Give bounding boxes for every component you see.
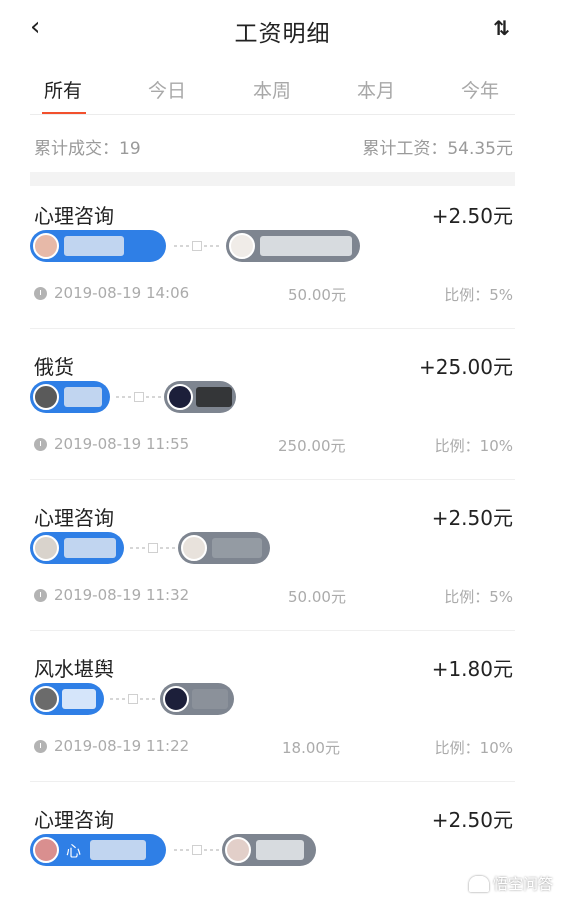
wukong-logo-icon <box>468 875 489 892</box>
record-ratio: 比例：5% <box>444 588 513 606</box>
record-title: 心理咨询 <box>34 808 114 832</box>
referral-chain <box>30 230 390 264</box>
record-title: 心理咨询 <box>34 506 114 530</box>
tab-month[interactable]: 本月 <box>357 76 395 103</box>
section-separator <box>30 172 515 186</box>
referral-chain <box>30 683 390 717</box>
record-meta: 2019-08-19 14:06 50.00元 比例：5% <box>30 284 515 308</box>
divider <box>30 781 515 782</box>
source-user-pill[interactable] <box>30 381 110 413</box>
tab-week[interactable]: 本周 <box>253 76 291 103</box>
avatar <box>181 535 207 561</box>
avatar <box>225 837 251 863</box>
avatar <box>33 837 59 863</box>
record-price: 18.00元 <box>282 739 340 757</box>
tab-today[interactable]: 今日 <box>148 76 186 103</box>
avatar <box>33 535 59 561</box>
record-title: 俄货 <box>34 355 74 379</box>
record-amount: +2.50元 <box>431 506 513 530</box>
connector-node-icon <box>134 392 144 402</box>
redacted-name <box>256 840 304 860</box>
source-user-pill[interactable] <box>30 532 124 564</box>
connector-node-icon <box>192 845 202 855</box>
summary-bar: 累计成交：19 累计工资：54.35元 <box>0 122 565 172</box>
avatar <box>33 233 59 259</box>
tab-year[interactable]: 今年 <box>461 76 499 103</box>
redacted-name <box>64 236 124 256</box>
record-meta: 2019-08-19 11:32 50.00元 比例：5% <box>30 586 515 610</box>
record-ratio: 比例：5% <box>444 286 513 304</box>
wage-record[interactable]: 风水堪舆 +1.80元 2019-08-19 11:22 18.00元 比例：1… <box>30 639 515 789</box>
connector-node-icon <box>128 694 138 704</box>
avatar <box>33 686 59 712</box>
target-user-pill[interactable] <box>164 381 236 413</box>
divider <box>30 479 515 480</box>
connector-node-icon <box>192 241 202 251</box>
redacted-name <box>64 538 116 558</box>
redacted-name <box>90 840 146 860</box>
target-user-pill[interactable] <box>160 683 234 715</box>
source-user-name: 心 <box>66 842 82 860</box>
record-amount: +2.50元 <box>431 808 513 832</box>
divider <box>30 328 515 329</box>
avatar <box>163 686 189 712</box>
avatar <box>33 384 59 410</box>
tab-all[interactable]: 所有 <box>44 76 82 103</box>
wage-record[interactable]: 心理咨询 +2.50元 2019-08-19 11:32 50.00元 比例：5… <box>30 488 515 638</box>
record-title: 风水堪舆 <box>34 657 114 681</box>
sort-icon[interactable]: ⇅ <box>493 16 510 40</box>
clock-icon <box>34 438 47 451</box>
divider <box>30 630 515 631</box>
redacted-name <box>260 236 352 256</box>
record-meta: 2019-08-19 11:55 250.00元 比例：10% <box>30 435 515 459</box>
clock-icon <box>34 287 47 300</box>
clock-icon <box>34 740 47 753</box>
record-ratio: 比例：10% <box>434 739 513 757</box>
clock-icon <box>34 589 47 602</box>
divider <box>30 114 515 115</box>
avatar <box>229 233 255 259</box>
watermark-text: 悟空问答 <box>492 875 553 893</box>
redacted-name <box>212 538 262 558</box>
source-user-pill[interactable]: 心 <box>30 834 166 866</box>
redacted-name <box>62 689 96 709</box>
record-price: 50.00元 <box>288 588 346 606</box>
referral-chain <box>30 532 390 566</box>
redacted-name <box>196 387 232 407</box>
wage-record[interactable]: 心理咨询 +2.50元 2019-08-19 14:06 50.00元 比例：5… <box>30 186 515 336</box>
referral-chain: 心 <box>30 834 390 868</box>
record-price: 250.00元 <box>278 437 346 455</box>
source-user-pill[interactable] <box>30 230 166 262</box>
target-user-pill[interactable] <box>222 834 316 866</box>
wage-record[interactable]: 俄货 +25.00元 2019-08-19 11:55 250.00元 比例：1… <box>30 337 515 487</box>
page-title: 工资明细 <box>234 21 331 47</box>
redacted-name <box>192 689 228 709</box>
record-time: 2019-08-19 11:22 <box>54 737 190 755</box>
target-user-pill[interactable] <box>178 532 270 564</box>
period-tabs: 所有 今日 本周 本月 今年 <box>0 64 565 115</box>
record-ratio: 比例：10% <box>434 437 513 455</box>
record-meta: 2019-08-19 11:22 18.00元 比例：10% <box>30 737 515 761</box>
record-amount: +2.50元 <box>431 204 513 228</box>
record-amount: +25.00元 <box>418 355 513 379</box>
total-deals: 累计成交：19 <box>34 139 141 159</box>
record-price: 50.00元 <box>288 286 346 304</box>
record-time: 2019-08-19 11:55 <box>54 435 190 453</box>
avatar <box>167 384 193 410</box>
record-time: 2019-08-19 14:06 <box>54 284 190 302</box>
redacted-name <box>64 387 102 407</box>
total-wage: 累计工资：54.35元 <box>362 139 513 159</box>
watermark: 悟空问答 <box>468 873 553 894</box>
record-title: 心理咨询 <box>34 204 114 228</box>
source-user-pill[interactable] <box>30 683 104 715</box>
target-user-pill[interactable] <box>226 230 360 262</box>
referral-chain <box>30 381 390 415</box>
app-header: ‹ 工资明细 ⇅ <box>0 0 565 56</box>
record-time: 2019-08-19 11:32 <box>54 586 190 604</box>
connector-node-icon <box>148 543 158 553</box>
record-amount: +1.80元 <box>431 657 513 681</box>
wage-record[interactable]: 心理咨询 +2.50元 心 <box>30 790 515 900</box>
